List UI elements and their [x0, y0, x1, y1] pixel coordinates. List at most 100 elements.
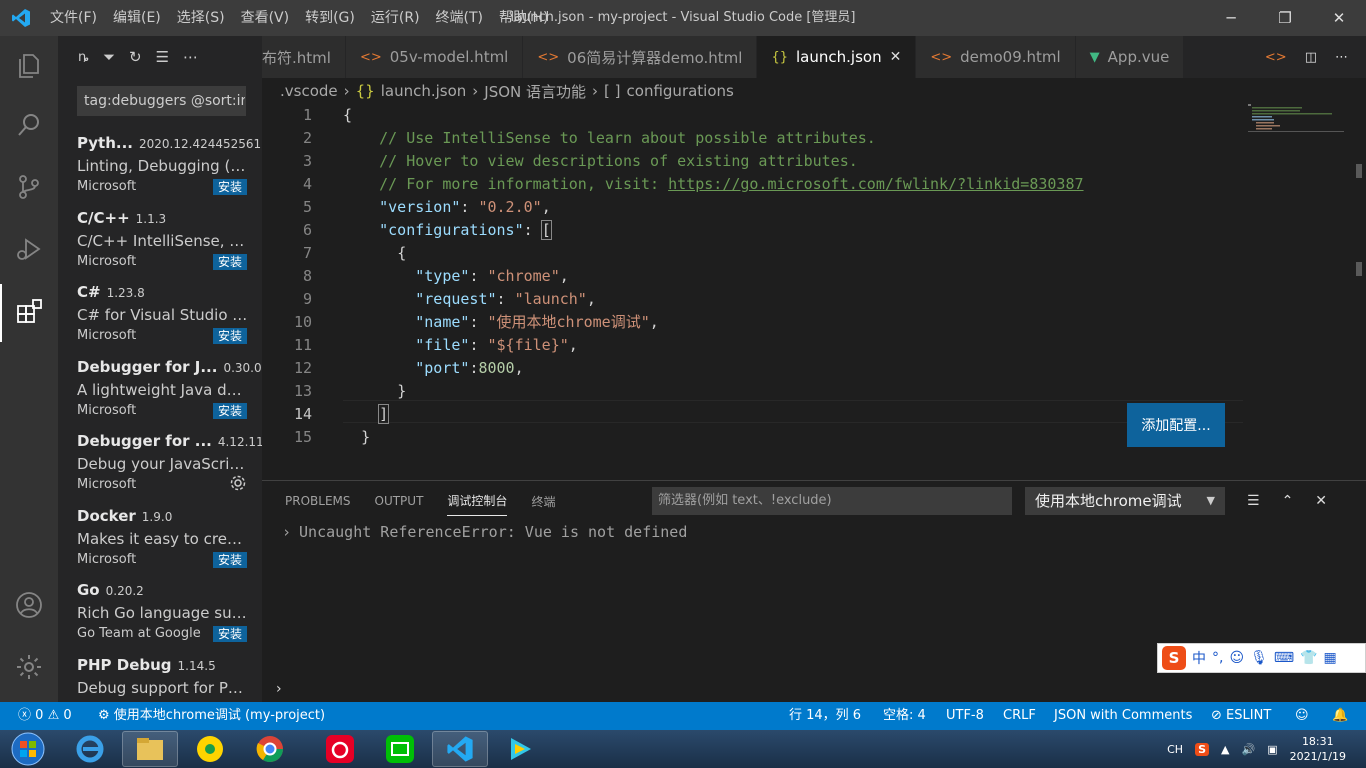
- tab-html-1[interactable]: 布符.html: [262, 36, 346, 78]
- account-icon[interactable]: [0, 576, 58, 634]
- breadcrumb-section[interactable]: JSON 语言功能: [484, 81, 586, 102]
- notifications-bell-icon[interactable]: 🔔: [1332, 702, 1348, 730]
- install-button[interactable]: 安装: [212, 403, 247, 419]
- install-button[interactable]: 安装: [212, 626, 247, 642]
- feedback-icon[interactable]: ☺: [1295, 702, 1309, 730]
- tab-05v-model[interactable]: <> 05v-model.html: [345, 36, 524, 78]
- microphone-icon[interactable]: 🎙: [1250, 650, 1268, 666]
- source-control-icon[interactable]: [0, 158, 58, 216]
- language-mode[interactable]: JSON with Comments: [1054, 702, 1192, 730]
- clock[interactable]: 18:31 2021/1/19: [1290, 734, 1346, 764]
- network-icon[interactable]: ▣: [1267, 743, 1277, 756]
- extension-item[interactable]: Docker 1.9.0 Makes it easy to create... M…: [77, 507, 257, 581]
- eslint-status[interactable]: ⊘ ESLINT: [1211, 702, 1271, 730]
- show-hidden-icons[interactable]: ▲: [1221, 743, 1229, 756]
- internet-explorer-icon[interactable]: [62, 731, 118, 767]
- problems-indicator[interactable]: ⓧ 0 ⚠ 0: [18, 702, 72, 730]
- close-tab-icon[interactable]: ✕: [890, 49, 902, 65]
- start-button-icon[interactable]: [0, 731, 56, 767]
- console-input-prompt[interactable]: ›: [276, 681, 282, 697]
- vertical-scrollbar[interactable]: [1352, 104, 1366, 480]
- run-debug-icon[interactable]: [0, 220, 58, 278]
- tab-demo09[interactable]: <> demo09.html: [916, 36, 1076, 78]
- debug-config-select[interactable]: 使用本地chrome调试 ▼: [1025, 487, 1225, 515]
- menu-go[interactable]: 转到(G): [297, 0, 363, 36]
- clear-search-icon[interactable]: ☰: [156, 48, 169, 66]
- input-language[interactable]: CH: [1167, 743, 1183, 756]
- extension-item[interactable]: Go 0.20.2 Rich Go language supp... Go Tea…: [77, 581, 257, 655]
- split-editor-icon[interactable]: ◫: [1305, 50, 1317, 65]
- iqiyi-icon[interactable]: [372, 731, 428, 767]
- more-actions-icon[interactable]: ⋯: [183, 48, 198, 66]
- menu-terminal[interactable]: 终端(T): [428, 0, 491, 36]
- tab-terminal[interactable]: 终端: [531, 493, 555, 510]
- extension-item[interactable]: Debugger for J... 0.30.0 A lightweight Ja…: [77, 358, 262, 432]
- music-player-icon[interactable]: [182, 731, 238, 767]
- breadcrumb-folder[interactable]: .vscode: [280, 82, 338, 100]
- debug-session[interactable]: ⚙ 使用本地chrome调试 (my-project): [98, 702, 325, 730]
- extensions-icon[interactable]: [0, 284, 58, 342]
- ime-toolbar[interactable]: S 中 °, ☺ 🎙 ⌨ 👕 ▦: [1157, 643, 1366, 673]
- maximize-panel-icon[interactable]: ⌃: [1282, 493, 1294, 509]
- tab-launch-json[interactable]: {} launch.json ✕: [757, 36, 917, 78]
- filter-icon[interactable]: ⏷: [103, 48, 115, 66]
- cursor-position[interactable]: 行 14，列 6: [789, 702, 861, 730]
- docs-link[interactable]: https://go.microsoft.com/fwlink/?linkid=…: [668, 175, 1083, 193]
- install-button[interactable]: 安装: [212, 254, 247, 270]
- tab-problems[interactable]: PROBLEMS: [285, 494, 351, 508]
- install-button[interactable]: 安装: [212, 552, 247, 568]
- extension-item[interactable]: Debugger for ... 4.12.11 Debug your JavaS…: [77, 432, 262, 506]
- more-actions-icon[interactable]: ⋯: [1335, 50, 1348, 65]
- manage-gear-icon[interactable]: [229, 474, 247, 496]
- end-of-line[interactable]: CRLF: [1003, 702, 1036, 730]
- extension-item[interactable]: PHP Debug 1.14.5 Debug support for PH...: [77, 656, 257, 702]
- explorer-icon[interactable]: [0, 36, 58, 94]
- clear-extensions-icon[interactable]: ȵ: [78, 50, 89, 65]
- tab-output[interactable]: OUTPUT: [375, 494, 424, 508]
- tab-06-calculator[interactable]: <> 06简易计算器demo.html: [523, 36, 758, 78]
- extension-item[interactable]: Pyth... 2020.12.424452561 Linting, Debugg…: [77, 134, 261, 208]
- extension-item[interactable]: C/C++ 1.1.3 C/C++ IntelliSense, de... Mic…: [77, 209, 257, 283]
- menu-run[interactable]: 运行(R): [363, 0, 428, 36]
- menu-edit[interactable]: 编辑(E): [105, 0, 169, 36]
- menu-view[interactable]: 查看(V): [233, 0, 298, 36]
- settings-gear-icon[interactable]: [0, 638, 58, 696]
- volume-icon[interactable]: 🔊: [1241, 743, 1255, 756]
- menu-selection[interactable]: 选择(S): [169, 0, 233, 36]
- toolbox-icon[interactable]: ▦: [1324, 650, 1337, 666]
- open-preview-icon[interactable]: <>: [1265, 50, 1287, 65]
- chevron-right-icon[interactable]: ›: [282, 523, 291, 541]
- tab-app-vue[interactable]: ▼ App.vue: [1075, 36, 1185, 78]
- clear-console-icon[interactable]: ☰: [1247, 493, 1260, 509]
- restore-button[interactable]: ❐: [1258, 0, 1312, 36]
- console-filter-input[interactable]: 筛选器(例如 text、!exclude): [652, 487, 1012, 515]
- refresh-icon[interactable]: ↻: [129, 48, 142, 66]
- tab-debug-console[interactable]: 调试控制台: [447, 492, 508, 516]
- add-configuration-button[interactable]: 添加配置...: [1127, 403, 1225, 447]
- sogou-tray-icon[interactable]: S: [1195, 742, 1210, 756]
- indentation[interactable]: 空格: 4: [883, 702, 926, 730]
- close-window-button[interactable]: ✕: [1312, 0, 1366, 36]
- chrome-icon[interactable]: [242, 731, 298, 767]
- keyboard-icon[interactable]: ⌨: [1274, 650, 1294, 666]
- vscode-taskbar-icon[interactable]: [432, 731, 488, 767]
- skin-icon[interactable]: 👕: [1300, 650, 1317, 666]
- code-editor[interactable]: 1{ 2 // Use IntelliSense to learn about …: [262, 104, 1366, 480]
- extension-item[interactable]: C# 1.23.8 C# for Visual Studio Co... Micr…: [77, 283, 257, 357]
- video-player-icon[interactable]: [492, 731, 548, 767]
- install-button[interactable]: 安装: [212, 328, 247, 344]
- ime-language[interactable]: 中: [1192, 648, 1206, 668]
- breadcrumb-file[interactable]: launch.json: [381, 82, 467, 100]
- encoding[interactable]: UTF-8: [946, 702, 984, 730]
- search-icon[interactable]: [0, 96, 58, 154]
- install-button[interactable]: 安装: [212, 179, 247, 195]
- netease-music-icon[interactable]: [312, 731, 368, 767]
- menu-help[interactable]: 帮助(H): [491, 0, 556, 36]
- extension-search-input[interactable]: tag:debuggers @sort:ins: [77, 86, 246, 116]
- menu-file[interactable]: 文件(F): [42, 0, 105, 36]
- punctuation-icon[interactable]: °,: [1212, 650, 1223, 666]
- minimize-button[interactable]: ─: [1204, 0, 1258, 36]
- close-panel-icon[interactable]: ✕: [1315, 493, 1327, 509]
- breadcrumb-node[interactable]: configurations: [627, 82, 734, 100]
- minimap[interactable]: [1248, 104, 1352, 134]
